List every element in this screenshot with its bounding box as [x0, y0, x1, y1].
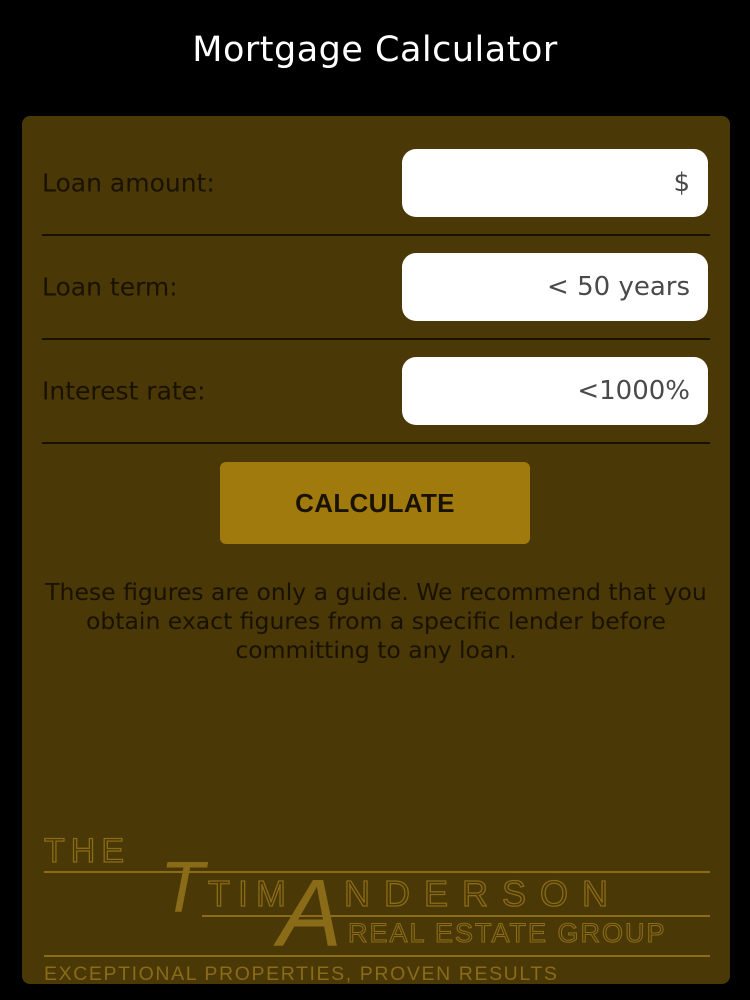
title-bar: Mortgage Calculator [0, 0, 750, 100]
interest-rate-label: Interest rate: [42, 376, 206, 406]
loan-amount-input[interactable] [402, 149, 708, 217]
logo-tim-t: T [160, 848, 209, 928]
logo-the: THE [44, 832, 130, 870]
loan-term-row: Loan term: [42, 236, 710, 340]
interest-rate-input[interactable] [402, 357, 708, 425]
page-title: Mortgage Calculator [192, 30, 558, 70]
disclaimer-text: These figures are only a guide. We recom… [45, 578, 707, 664]
calculator-panel: Loan amount: Loan term: Interest rate: C… [22, 116, 730, 984]
logo-a: A [273, 860, 342, 967]
mortgage-calculator-screen: Mortgage Calculator Loan amount: Loan te… [0, 0, 750, 1000]
loan-amount-row: Loan amount: [42, 132, 710, 236]
tim-anderson-logo: THE T TIM A NDERSON REAL ESTATE GROUP EX… [43, 831, 710, 984]
interest-rate-row: Interest rate: [42, 340, 710, 444]
loan-amount-label: Loan amount: [42, 168, 215, 198]
loan-term-input[interactable] [402, 253, 708, 321]
logo-real-estate-group: REAL ESTATE GROUP [348, 918, 667, 948]
calculate-button[interactable]: CALCULATE [220, 462, 530, 544]
loan-term-label: Loan term: [42, 272, 178, 302]
logo-tagline: EXCEPTIONAL PROPERTIES, PROVEN RESULTS [44, 963, 558, 984]
logo-nderson: NDERSON [344, 873, 622, 914]
